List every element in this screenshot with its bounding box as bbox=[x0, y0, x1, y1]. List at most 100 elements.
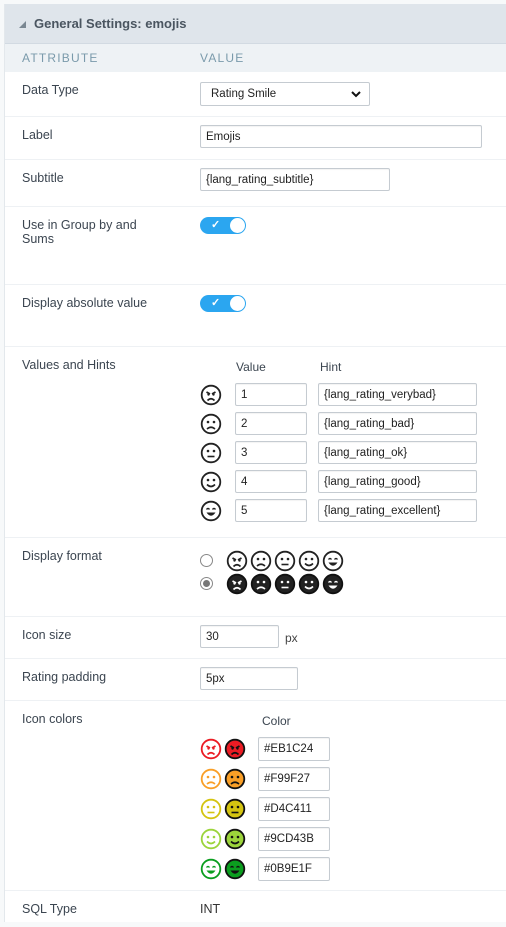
angry-face-icon bbox=[200, 384, 222, 406]
group-by-label: Use in Group by and Sums bbox=[22, 218, 137, 246]
general-settings-panel: General Settings: emojis ATTRIBUTE VALUE… bbox=[4, 4, 506, 922]
row-display-format: Display format bbox=[5, 538, 506, 617]
rating-hint-input[interactable]: {lang_rating_good} bbox=[318, 470, 477, 493]
icon-size-input[interactable]: 30 bbox=[200, 625, 279, 648]
icon-color-input[interactable]: #F99F27 bbox=[258, 767, 330, 791]
rating-hint-input[interactable]: {lang_rating_ok} bbox=[318, 441, 477, 464]
angry-face-solid-icon bbox=[224, 738, 246, 760]
smile-face-icon bbox=[298, 573, 320, 595]
angry-face-icon bbox=[226, 550, 248, 572]
values-hints-row: 2 {lang_rating_bad} bbox=[200, 409, 506, 438]
toggle-knob bbox=[230, 296, 245, 311]
sad-face-icon bbox=[250, 573, 272, 595]
check-icon: ✓ bbox=[211, 219, 221, 231]
smile-face-icon bbox=[200, 471, 222, 493]
rating-value-input[interactable]: 3 bbox=[235, 441, 307, 464]
display-format-label: Display format bbox=[22, 549, 102, 563]
label-input[interactable]: Emojis bbox=[200, 125, 482, 148]
icon-size-label: Icon size bbox=[22, 628, 72, 642]
row-icon-colors: Icon colors Color #EB1C24 #F99F27 #D4C41… bbox=[5, 701, 506, 891]
display-format-radio[interactable] bbox=[200, 554, 213, 567]
absolute-value-toggle[interactable]: ✓ bbox=[200, 295, 246, 312]
icon-colors-label: Icon colors bbox=[22, 712, 83, 726]
data-type-selected-value: Rating Smile bbox=[211, 88, 277, 100]
grin-face-icon bbox=[200, 500, 222, 522]
grin-face-solid-icon bbox=[224, 858, 246, 880]
absolute-value-label: Display absolute value bbox=[22, 296, 148, 310]
neutral-face-solid-icon bbox=[224, 798, 246, 820]
smile-face-icon bbox=[298, 550, 320, 572]
row-label: Label Emojis bbox=[5, 117, 506, 160]
icon-color-row: #F99F27 bbox=[200, 764, 506, 794]
rating-value-input[interactable]: 1 bbox=[235, 383, 307, 406]
values-hints-row: 5 {lang_rating_excellent} bbox=[200, 496, 506, 525]
attribute-column-header: ATTRIBUTE bbox=[22, 51, 99, 65]
display-format-radio[interactable] bbox=[200, 577, 213, 590]
grin-face-outline-icon bbox=[200, 858, 222, 880]
display-format-option-solid[interactable] bbox=[200, 572, 506, 595]
subtitle-label: Subtitle bbox=[22, 171, 64, 185]
angry-face-icon bbox=[226, 573, 248, 595]
sql-type-value: INT bbox=[200, 902, 221, 916]
row-absolute-value: Display absolute value ✓ bbox=[5, 285, 506, 347]
sad-face-icon bbox=[200, 413, 222, 435]
icon-color-row: #0B9E1F bbox=[200, 854, 506, 884]
row-icon-size: Icon size 30 px bbox=[5, 617, 506, 659]
row-subtitle: Subtitle {lang_rating_subtitle} bbox=[5, 160, 506, 207]
chevron-down-icon bbox=[351, 90, 361, 97]
icon-color-row: #9CD43B bbox=[200, 824, 506, 854]
sad-face-icon bbox=[250, 550, 272, 572]
value-column-label: Value bbox=[236, 360, 266, 374]
rating-padding-label: Rating padding bbox=[22, 670, 107, 684]
rating-hint-input[interactable]: {lang_rating_bad} bbox=[318, 412, 477, 435]
rating-hint-input[interactable]: {lang_rating_excellent} bbox=[318, 499, 477, 522]
neutral-face-outline-icon bbox=[200, 798, 222, 820]
values-hints-label: Values and Hints bbox=[22, 358, 116, 372]
rating-padding-input[interactable]: 5px bbox=[200, 667, 298, 690]
neutral-face-icon bbox=[200, 442, 222, 464]
rating-value-input[interactable]: 2 bbox=[235, 412, 307, 435]
icon-color-input[interactable]: #EB1C24 bbox=[258, 737, 330, 761]
display-format-option-outline[interactable] bbox=[200, 549, 506, 572]
values-hints-header: Value Hint bbox=[200, 360, 506, 380]
toggle-knob bbox=[230, 218, 245, 233]
icon-color-input[interactable]: #9CD43B bbox=[258, 827, 330, 851]
row-data-type: Data Type Rating Smile bbox=[5, 72, 506, 117]
icon-color-row: #EB1C24 bbox=[200, 734, 506, 764]
sad-face-solid-icon bbox=[224, 768, 246, 790]
grin-face-icon bbox=[322, 573, 344, 595]
column-header: ATTRIBUTE VALUE bbox=[5, 44, 506, 72]
neutral-face-icon bbox=[274, 550, 296, 572]
group-by-toggle[interactable]: ✓ bbox=[200, 217, 246, 234]
row-rating-padding: Rating padding 5px bbox=[5, 659, 506, 701]
value-column-header: VALUE bbox=[200, 51, 245, 65]
subtitle-input[interactable]: {lang_rating_subtitle} bbox=[200, 168, 390, 191]
icon-colors-header: Color bbox=[200, 714, 506, 734]
row-values-hints: Values and Hints Value Hint 1 {lang_rati… bbox=[5, 347, 506, 538]
values-hints-row: 1 {lang_rating_verybad} bbox=[200, 380, 506, 409]
data-type-label: Data Type bbox=[22, 83, 79, 97]
smile-face-outline-icon bbox=[200, 828, 222, 850]
icon-color-input[interactable]: #0B9E1F bbox=[258, 857, 330, 881]
rating-value-input[interactable]: 4 bbox=[235, 470, 307, 493]
icon-color-input[interactable]: #D4C411 bbox=[258, 797, 330, 821]
check-icon: ✓ bbox=[211, 297, 221, 309]
panel-title: General Settings: emojis bbox=[34, 16, 187, 31]
color-column-label: Color bbox=[262, 714, 291, 728]
hint-column-label: Hint bbox=[320, 360, 342, 374]
label-label: Label bbox=[22, 128, 53, 142]
icon-color-row: #D4C411 bbox=[200, 794, 506, 824]
panel-header[interactable]: General Settings: emojis bbox=[5, 4, 506, 44]
sad-face-outline-icon bbox=[200, 768, 222, 790]
rating-hint-input[interactable]: {lang_rating_verybad} bbox=[318, 383, 477, 406]
smile-face-solid-icon bbox=[224, 828, 246, 850]
neutral-face-icon bbox=[274, 573, 296, 595]
values-hints-row: 4 {lang_rating_good} bbox=[200, 467, 506, 496]
values-hints-row: 3 {lang_rating_ok} bbox=[200, 438, 506, 467]
rating-value-input[interactable]: 5 bbox=[235, 499, 307, 522]
data-type-select[interactable]: Rating Smile bbox=[200, 82, 370, 106]
triangle-collapse-icon[interactable] bbox=[19, 21, 26, 28]
angry-face-outline-icon bbox=[200, 738, 222, 760]
icon-size-unit: px bbox=[285, 631, 298, 645]
grin-face-icon bbox=[322, 550, 344, 572]
